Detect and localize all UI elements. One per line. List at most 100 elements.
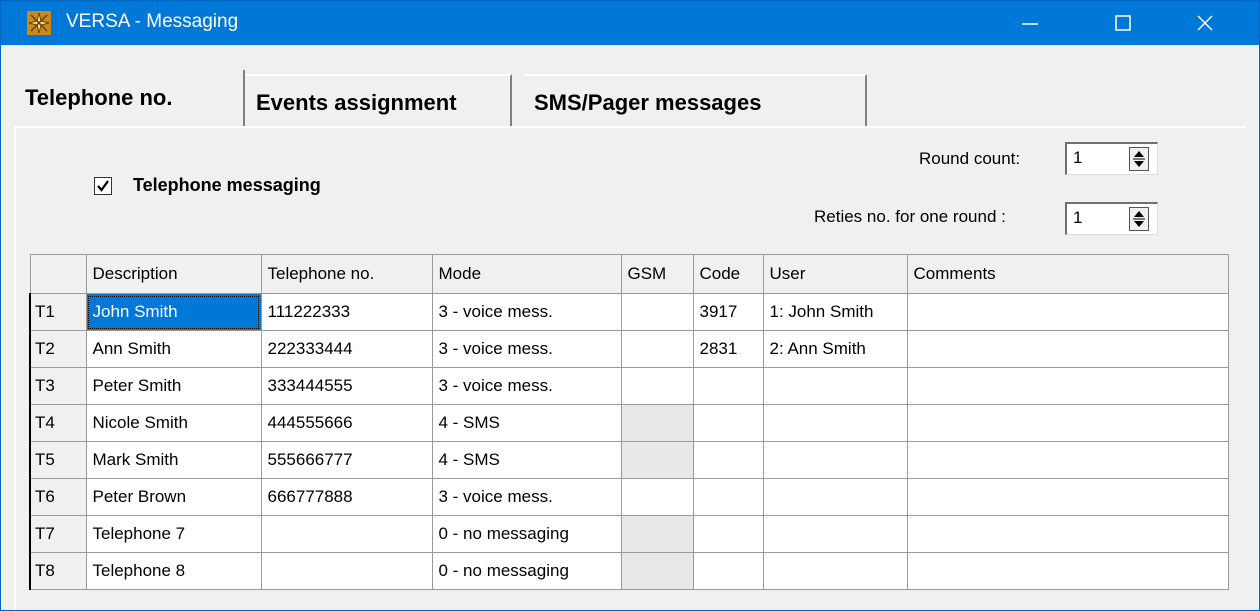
round-count-stepper[interactable] [1129, 147, 1149, 171]
cell-description[interactable]: Mark Smith [85, 441, 262, 479]
cell-mode[interactable]: 4 - SMS [431, 404, 622, 442]
cell-user[interactable] [762, 404, 908, 442]
minimize-button[interactable] [999, 1, 1061, 45]
table-row[interactable]: T8 Telephone 8 0 - no messaging [29, 552, 1229, 590]
cell-code[interactable] [692, 367, 764, 405]
cell-user[interactable]: 2: Ann Smith [762, 330, 908, 368]
cell-telephone[interactable]: 444555666 [260, 404, 433, 442]
row-header[interactable]: T1 [29, 293, 87, 331]
cell-comments[interactable] [906, 330, 1229, 368]
cell-comments[interactable] [906, 367, 1229, 405]
table-row[interactable]: T6 Peter Brown 666777888 3 - voice mess. [29, 478, 1229, 516]
cell-description[interactable]: John Smith [85, 293, 262, 331]
cell-telephone[interactable] [260, 515, 433, 553]
cell-code[interactable] [692, 404, 764, 442]
telephone-messaging-label[interactable]: Telephone messaging [133, 175, 321, 196]
cell-mode[interactable]: 0 - no messaging [431, 552, 622, 590]
table-row[interactable]: T4 Nicole Smith 444555666 4 - SMS [29, 404, 1229, 442]
cell-user[interactable] [762, 552, 908, 590]
col-header-user[interactable]: User [762, 254, 908, 294]
tab-events-assignment[interactable]: Events assignment [246, 74, 512, 126]
table-row[interactable]: T3 Peter Smith 333444555 3 - voice mess. [29, 367, 1229, 405]
retries-label: Reties no. for one round : [814, 207, 1006, 226]
cell-user[interactable] [762, 478, 908, 516]
col-header-gsm[interactable]: GSM [620, 254, 694, 294]
table-row[interactable]: T5 Mark Smith 555666777 4 - SMS [29, 441, 1229, 479]
cell-comments[interactable] [906, 515, 1229, 553]
cell-user[interactable] [762, 441, 908, 479]
cell-telephone[interactable]: 333444555 [260, 367, 433, 405]
cell-code[interactable] [692, 515, 764, 553]
cell-user[interactable] [762, 515, 908, 553]
cell-telephone[interactable]: 222333444 [260, 330, 433, 368]
col-header-code[interactable]: Code [692, 254, 764, 294]
cell-comments[interactable] [906, 478, 1229, 516]
retries-spinner[interactable]: 1 [1065, 202, 1158, 235]
cell-gsm[interactable] [620, 552, 694, 590]
corner-header [29, 254, 87, 294]
close-icon [1197, 15, 1213, 31]
retries-value[interactable]: 1 [1073, 208, 1082, 228]
col-header-mode[interactable]: Mode [431, 254, 622, 294]
cell-telephone[interactable]: 111222333 [260, 293, 433, 331]
col-header-description[interactable]: Description [85, 254, 262, 294]
tab-telephone-no[interactable]: Telephone no. [15, 70, 245, 126]
cell-code[interactable]: 2831 [692, 330, 764, 368]
cell-mode[interactable]: 3 - voice mess. [431, 367, 622, 405]
cell-code[interactable] [692, 552, 764, 590]
cell-user[interactable]: 1: John Smith [762, 293, 908, 331]
telephone-grid: Description Telephone no. Mode GSM Code … [29, 254, 1229, 590]
maximize-button[interactable] [1092, 1, 1154, 45]
cell-description[interactable]: Telephone 7 [85, 515, 262, 553]
col-header-comments[interactable]: Comments [906, 254, 1229, 294]
cell-telephone[interactable]: 666777888 [260, 478, 433, 516]
cell-gsm[interactable] [620, 367, 694, 405]
round-count-value[interactable]: 1 [1073, 148, 1082, 168]
cell-mode[interactable]: 4 - SMS [431, 441, 622, 479]
close-button[interactable] [1174, 1, 1236, 45]
cell-gsm[interactable] [620, 478, 694, 516]
cell-mode[interactable]: 0 - no messaging [431, 515, 622, 553]
table-row[interactable]: T7 Telephone 7 0 - no messaging [29, 515, 1229, 553]
round-count-spinner[interactable]: 1 [1065, 142, 1158, 175]
cell-mode[interactable]: 3 - voice mess. [431, 293, 622, 331]
cell-code[interactable]: 3917 [692, 293, 764, 331]
cell-mode[interactable]: 3 - voice mess. [431, 478, 622, 516]
cell-telephone[interactable]: 555666777 [260, 441, 433, 479]
row-header[interactable]: T6 [29, 478, 87, 516]
maximize-icon [1115, 15, 1131, 31]
cell-description[interactable]: Nicole Smith [85, 404, 262, 442]
cell-comments[interactable] [906, 404, 1229, 442]
up-down-arrows-icon [1133, 211, 1145, 227]
table-row[interactable]: T1 John Smith 111222333 3 - voice mess. … [29, 293, 1229, 331]
cell-code[interactable] [692, 478, 764, 516]
cell-description[interactable]: Peter Brown [85, 478, 262, 516]
cell-telephone[interactable] [260, 552, 433, 590]
row-header[interactable]: T2 [29, 330, 87, 368]
cell-user[interactable] [762, 367, 908, 405]
row-header[interactable]: T5 [29, 441, 87, 479]
tab-sms-pager-messages[interactable]: SMS/Pager messages [524, 74, 867, 126]
cell-gsm[interactable] [620, 330, 694, 368]
cell-gsm[interactable] [620, 441, 694, 479]
row-header[interactable]: T4 [29, 404, 87, 442]
title-bar[interactable]: VERSA - Messaging [1, 1, 1259, 45]
cell-code[interactable] [692, 441, 764, 479]
cell-description[interactable]: Ann Smith [85, 330, 262, 368]
cell-gsm[interactable] [620, 293, 694, 331]
cell-gsm[interactable] [620, 404, 694, 442]
row-header[interactable]: T8 [29, 552, 87, 590]
cell-comments[interactable] [906, 441, 1229, 479]
retries-stepper[interactable] [1129, 207, 1149, 231]
cell-comments[interactable] [906, 293, 1229, 331]
cell-comments[interactable] [906, 552, 1229, 590]
cell-description[interactable]: Telephone 8 [85, 552, 262, 590]
cell-description[interactable]: Peter Smith [85, 367, 262, 405]
cell-gsm[interactable] [620, 515, 694, 553]
col-header-telephone[interactable]: Telephone no. [260, 254, 433, 294]
cell-mode[interactable]: 3 - voice mess. [431, 330, 622, 368]
row-header[interactable]: T7 [29, 515, 87, 553]
table-row[interactable]: T2 Ann Smith 222333444 3 - voice mess. 2… [29, 330, 1229, 368]
row-header[interactable]: T3 [29, 367, 87, 405]
telephone-messaging-checkbox[interactable] [94, 177, 112, 195]
